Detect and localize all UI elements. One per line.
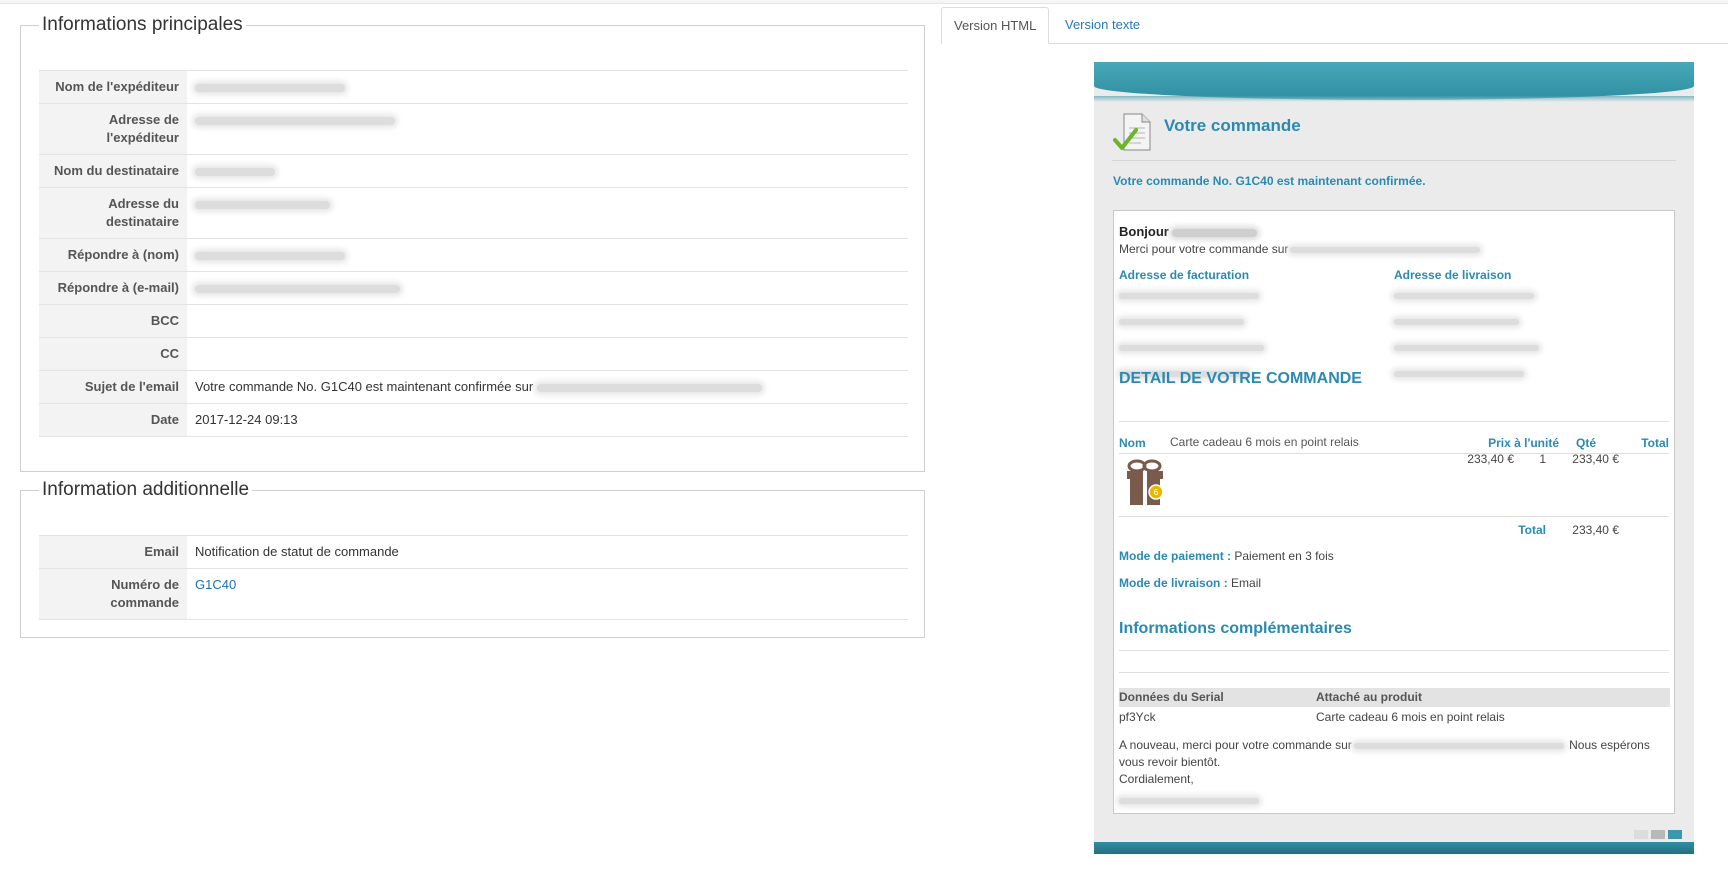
gift-card-icon: 6 [1127,459,1164,505]
row-value [187,238,908,272]
col-qty: Qté [1575,436,1596,450]
order-number-link[interactable]: G1C40 [195,577,236,592]
table-row: Répondre à (e-mail) [39,271,908,305]
total-value: 233,40 € [1572,523,1619,537]
serial-product: Carte cadeau 6 mois en point relais [1316,710,1505,724]
col-total: Total [1641,436,1669,450]
top-border [0,0,1728,4]
preview-header-banner [1094,62,1694,102]
preview-footer-bar [1094,842,1694,854]
main-info-legend: Informations principales [42,14,243,35]
delivery-mode: Mode de livraison : Email [1119,576,1262,590]
pager-dot [1634,830,1648,839]
payment-mode: Mode de paiement : Paiement en 3 fois [1119,549,1334,563]
row-label: Adresse du destinataire [39,187,187,239]
row-value [187,103,908,155]
row-value [187,70,908,104]
thanks-line: Merci pour votre commande sur [1119,241,1481,258]
item-qty: 1 [1539,452,1546,466]
row-label: Numéro de commande [39,568,187,620]
item-total: 233,40 € [1572,452,1619,466]
divider [1119,650,1669,651]
row-label: CC [39,337,187,371]
shipping-address [1394,287,1539,382]
preview-body: Bonjour Merci pour votre commande sur Ad… [1113,210,1675,814]
table-row: Nom de l'expéditeur [39,70,908,104]
extra-info-fieldset: Information additionnelle Email Notifica… [20,479,925,638]
row-label: Répondre à (nom) [39,238,187,272]
row-value [187,304,908,338]
email-preview: Votre commande Votre commande No. G1C40 … [1094,62,1694,854]
col-name: Nom [1119,436,1146,450]
table-row: Sujet de l'email Votre commande No. G1C4… [39,370,908,404]
serial-value: pf3Yck [1119,710,1156,724]
divider [1119,672,1669,673]
col-unit-price: Prix à l'unité [1488,436,1559,450]
version-tabs: Version HTML Version texte [941,7,1728,44]
table-row: Adresse du destinataire [39,187,908,239]
table-row: Répondre à (nom) [39,238,908,272]
row-label: Date [39,403,187,437]
billing-address [1119,287,1264,382]
tab-text-version[interactable]: Version texte [1053,7,1152,43]
row-label: Sujet de l'email [39,370,187,404]
extra-info-table: Email Notification de statut de commande… [39,535,908,620]
closing-text: A nouveau, merci pour votre commande sur… [1119,737,1667,809]
row-label: Nom du destinataire [39,154,187,188]
total-label: Total [1518,523,1546,537]
table-row: Adresse de l'expéditeur [39,103,908,155]
pager-dot [1668,830,1682,839]
row-value [187,154,908,188]
table-row: Nom du destinataire [39,154,908,188]
row-value: Votre commande No. G1C40 est maintenant … [187,370,908,404]
row-label: Adresse de l'expéditeur [39,103,187,155]
table-row: Numéro de commande G1C40 [39,568,908,620]
preview-title: Votre commande [1164,116,1301,135]
row-value [187,187,908,239]
row-value [187,271,908,305]
document-check-icon [1113,113,1151,151]
serial-col-product: Attaché au produit [1316,690,1423,704]
subject-text: Votre commande No. G1C40 est maintenant … [195,379,534,394]
preview-title-row: Votre commande [1112,110,1676,161]
table-row: Date 2017-12-24 09:13 [39,403,908,437]
table-row: CC [39,337,908,371]
item-name: Carte cadeau 6 mois en point relais [1170,435,1359,449]
tab-html-version[interactable]: Version HTML [941,7,1050,44]
order-detail-title: DETAIL DE VOTRE COMMANDE [1119,370,1362,387]
row-label: Nom de l'expéditeur [39,70,187,104]
row-label: Email [39,535,187,569]
serial-col-data: Données du Serial [1119,690,1224,704]
extra-info-title: Informations complémentaires [1119,620,1352,637]
table-row: BCC [39,304,908,338]
row-label: Répondre à (e-mail) [39,271,187,305]
main-info-table: Nom de l'expéditeur Adresse de l'expédit… [39,70,908,437]
row-value: 2017-12-24 09:13 [187,403,908,437]
main-info-fieldset: Informations principales Nom de l'expédi… [20,14,925,472]
item-unit-price: 233,40 € [1467,452,1514,466]
extra-info-legend: Information additionnelle [42,479,250,500]
divider [1119,421,1669,422]
preview-confirmation: Votre commande No. G1C40 est maintenant … [1113,174,1426,188]
greeting: Bonjour [1119,223,1258,240]
row-value [187,337,908,371]
table-row: Email Notification de statut de commande [39,535,908,569]
row-value: Notification de statut de commande [187,535,908,569]
billing-title: Adresse de facturation [1119,268,1250,282]
row-label: BCC [39,304,187,338]
pager-dot [1651,830,1665,839]
svg-text:6: 6 [1153,488,1158,497]
divider [1119,516,1669,517]
shipping-title: Adresse de livraison [1394,268,1512,282]
row-value: G1C40 [187,568,908,620]
